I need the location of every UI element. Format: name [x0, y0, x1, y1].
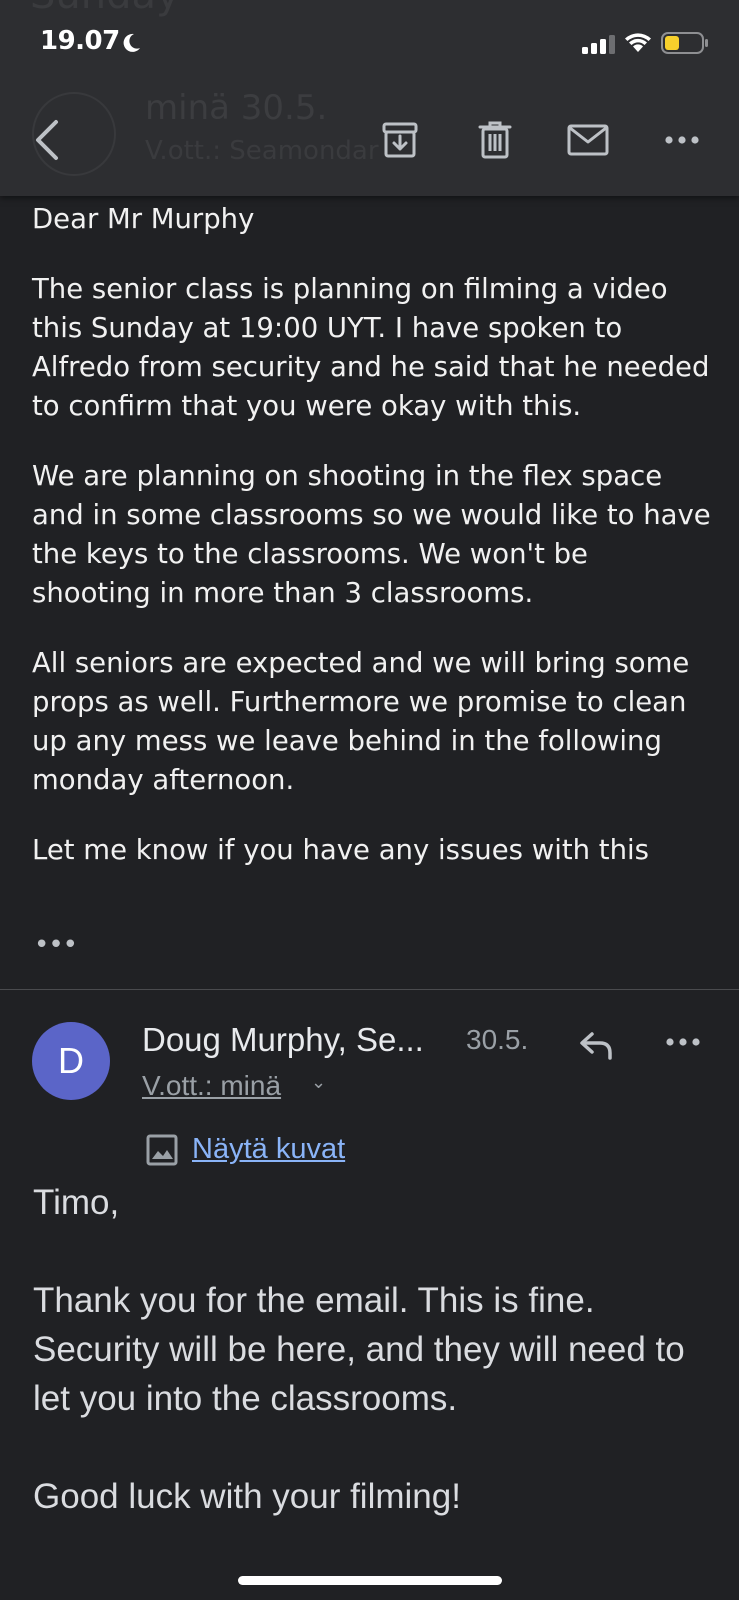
- show-images-label[interactable]: Näytä kuvat: [192, 1133, 345, 1166]
- chevron-down-icon[interactable]: ⌄: [311, 1072, 326, 1093]
- top-toolbar: Sunday minä 30.5. V.ott.: Seamondar 19.0…: [0, 0, 739, 196]
- message-paragraph: The senior class is planning on filming …: [32, 273, 710, 422]
- archive-icon: [382, 122, 418, 158]
- message-paragraph: Timo,: [33, 1183, 120, 1222]
- delete-button[interactable]: [475, 118, 515, 162]
- avatar[interactable]: D: [32, 1022, 110, 1100]
- show-images-link[interactable]: Näytä kuvat: [146, 1133, 345, 1166]
- message-divider: [0, 989, 739, 990]
- more-horizontal-icon: [666, 1038, 700, 1046]
- trash-icon: [478, 121, 512, 159]
- message-paragraph: Thank you for the email. This is fine. S…: [33, 1281, 685, 1418]
- reply-icon: [580, 1032, 612, 1060]
- show-trimmed-content-button[interactable]: •••: [34, 930, 78, 960]
- recipient-details-link[interactable]: V.ott.: minä: [142, 1070, 281, 1102]
- ghost-subject: Sunday: [30, 0, 180, 18]
- status-time: 19.07: [40, 26, 120, 56]
- message-paragraph: Dear Mr Murphy: [32, 203, 255, 235]
- home-indicator[interactable]: [238, 1576, 502, 1585]
- moon-icon: [123, 33, 140, 52]
- message-paragraph: Let me know if you have any issues with …: [32, 834, 649, 866]
- mark-unread-button[interactable]: [565, 118, 611, 162]
- message-paragraph: Good luck with your filming!: [33, 1477, 461, 1516]
- message-paragraph: All seniors are expected and we will bri…: [32, 647, 690, 796]
- message-paragraph: We are planning on shooting in the flex …: [32, 460, 711, 609]
- back-button[interactable]: [26, 118, 66, 162]
- message-body-reply: Timo, Thank you for the email. This is f…: [33, 1178, 723, 1570]
- sender-name: Doug Murphy, Se...: [142, 1021, 424, 1058]
- signal-icon: [582, 35, 615, 54]
- wifi-icon: [625, 33, 651, 52]
- reply-button[interactable]: [578, 1030, 614, 1064]
- ghost-sender: minä 30.5.: [145, 88, 328, 128]
- ghost-recipient: V.ott.: Seamondar: [145, 136, 379, 166]
- mail-icon: [567, 124, 609, 156]
- battery-icon: [661, 32, 708, 54]
- message-more-button[interactable]: [665, 1032, 701, 1051]
- image-icon: [146, 1134, 178, 1165]
- chevron-left-icon: [36, 120, 58, 160]
- archive-button[interactable]: [380, 118, 420, 162]
- more-options-button[interactable]: [662, 118, 702, 162]
- more-horizontal-icon: [665, 136, 699, 144]
- message-body-quoted: Dear Mr Murphy The senior class is plann…: [32, 200, 712, 901]
- message-date: 30.5.: [466, 1024, 529, 1055]
